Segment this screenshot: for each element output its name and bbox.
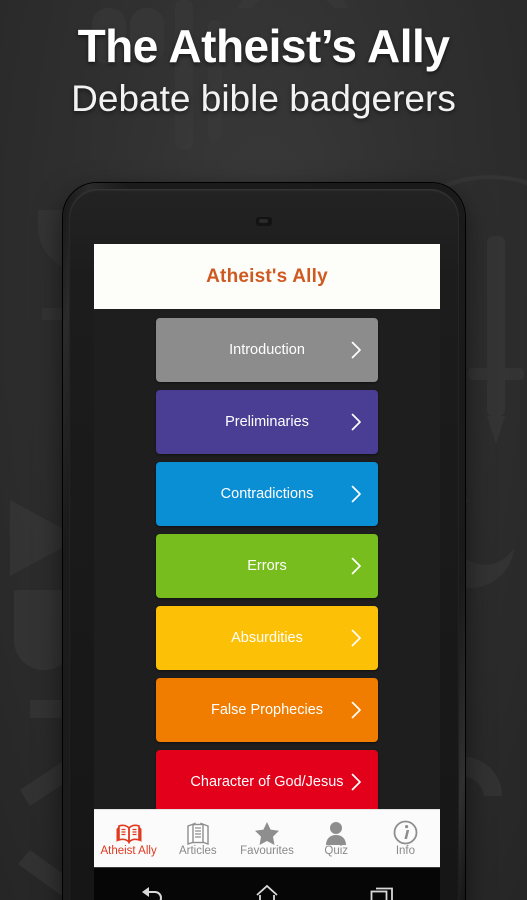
menu-item-label: Introduction bbox=[229, 342, 305, 358]
promo-screenshot: The Atheist’s Ally Debate bible badgerer… bbox=[0, 0, 527, 900]
tab-label: Info bbox=[395, 844, 415, 857]
documents-icon bbox=[185, 820, 211, 845]
back-arrow-icon bbox=[139, 885, 165, 900]
main-menu-list: Introduction Preliminaries Contradictions E… bbox=[94, 309, 440, 822]
menu-item-contradictions[interactable]: Contradictions bbox=[156, 462, 378, 526]
phone-device-frame: Atheist's Ally Introduction Preliminaries… bbox=[63, 183, 465, 900]
tab-label: Atheist Ally bbox=[100, 844, 157, 857]
promo-subtitle: Debate bible badgerers bbox=[71, 78, 456, 120]
back-button[interactable] bbox=[126, 879, 178, 900]
menu-item-label: Preliminaries bbox=[225, 414, 309, 430]
menu-item-label: Contradictions bbox=[220, 486, 314, 502]
chevron-right-icon bbox=[351, 413, 362, 431]
chevron-right-icon bbox=[351, 341, 362, 359]
menu-item-label: Errors bbox=[247, 558, 287, 574]
recents-button[interactable] bbox=[356, 879, 408, 900]
chevron-right-icon bbox=[351, 701, 362, 719]
menu-item-label: False Prophecies bbox=[210, 702, 324, 718]
menu-item-introduction[interactable]: Introduction bbox=[156, 318, 378, 382]
tab-articles[interactable]: Articles bbox=[163, 810, 232, 867]
earpiece-speaker-icon bbox=[256, 217, 272, 226]
recents-icon bbox=[370, 885, 394, 900]
app-bar: Atheist's Ally bbox=[94, 244, 440, 309]
open-book-icon bbox=[116, 820, 142, 845]
menu-item-character-of-god-jesus[interactable]: Character of God/Jesus bbox=[156, 750, 378, 814]
chevron-right-icon bbox=[351, 773, 362, 791]
phone-screen: Atheist's Ally Introduction Preliminaries… bbox=[94, 244, 440, 869]
tab-label: Favourites bbox=[240, 844, 294, 857]
menu-item-preliminaries[interactable]: Preliminaries bbox=[156, 390, 378, 454]
home-button[interactable] bbox=[241, 879, 293, 900]
promo-header: The Atheist’s Ally Debate bible badgerer… bbox=[0, 22, 527, 120]
home-icon bbox=[255, 884, 279, 900]
tab-label: Quiz bbox=[324, 844, 349, 857]
menu-item-errors[interactable]: Errors bbox=[156, 534, 378, 598]
tab-atheist-ally[interactable]: Atheist Ally bbox=[94, 810, 163, 867]
menu-item-absurdities[interactable]: Absurdities bbox=[156, 606, 378, 670]
bottom-tab-bar: Atheist Ally Articles Favourites Quiz Info bbox=[94, 809, 440, 867]
info-circle-icon bbox=[393, 820, 418, 845]
star-icon bbox=[254, 820, 280, 845]
tab-favourites[interactable]: Favourites bbox=[232, 810, 301, 867]
tab-label: Articles bbox=[178, 844, 217, 857]
person-icon bbox=[325, 820, 347, 845]
chevron-right-icon bbox=[351, 485, 362, 503]
menu-item-label: Absurdities bbox=[231, 630, 303, 646]
tab-info[interactable]: Info bbox=[371, 810, 440, 867]
menu-item-label: Character of God/Jesus bbox=[190, 774, 344, 790]
promo-title: The Atheist’s Ally bbox=[77, 20, 450, 72]
menu-item-false-prophecies[interactable]: False Prophecies bbox=[156, 678, 378, 742]
tab-quiz[interactable]: Quiz bbox=[302, 810, 371, 867]
android-navigation-bar bbox=[94, 867, 440, 900]
chevron-right-icon bbox=[351, 629, 362, 647]
chevron-right-icon bbox=[351, 557, 362, 575]
app-title: Atheist's Ally bbox=[206, 265, 328, 287]
